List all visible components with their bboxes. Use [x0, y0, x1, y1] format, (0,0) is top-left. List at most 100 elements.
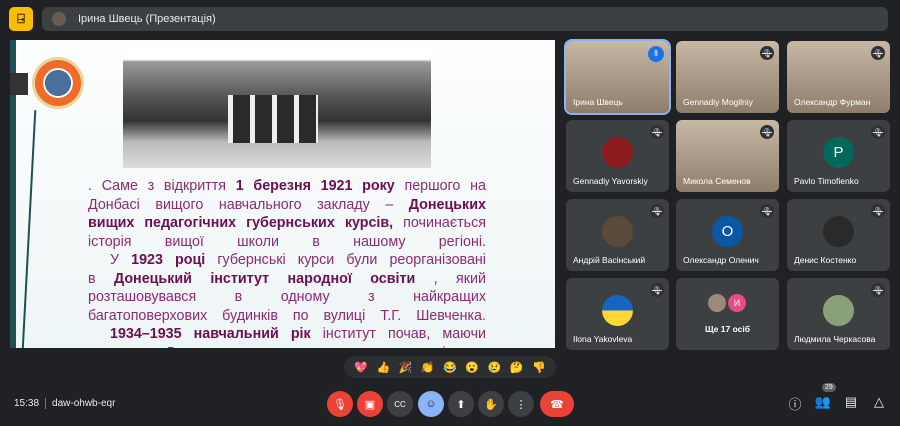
- camera-off-icon[interactable]: ▣: [357, 391, 383, 417]
- participant-tile[interactable]: 🎙 Gennadiy Yavorskiy: [566, 120, 669, 192]
- present-screen-icon[interactable]: ⬆: [448, 391, 474, 417]
- participant-tile[interactable]: 🎙 Олександр Фурман: [787, 41, 890, 113]
- slide-word: освіти: [370, 270, 416, 287]
- clock: 15:38: [14, 398, 40, 410]
- reaction-emoji-button[interactable]: 😢: [488, 361, 502, 374]
- presentation-title-bar: Ірина Швець (Презентація): [42, 7, 888, 31]
- mic-muted-icon: 🎙: [871, 46, 885, 60]
- mic-muted-icon: 🎙: [871, 283, 885, 297]
- participant-avatar: [823, 216, 854, 247]
- slide-word: Т.Г.: [380, 307, 402, 324]
- mic-muted-icon: 🎙: [760, 125, 774, 139]
- participant-name: Олександр Фурман: [794, 97, 871, 107]
- raise-hand-icon[interactable]: ✋: [478, 391, 504, 417]
- participant-tile[interactable]: O 🎙 Олександр Оленич: [676, 199, 779, 271]
- slide-word: реорганізовані: [389, 252, 486, 268]
- slide-word: одному: [280, 289, 330, 305]
- participant-name: Олександр Оленич: [683, 255, 759, 265]
- chat-icon[interactable]: ▤: [842, 394, 860, 410]
- meeting-details-icon[interactable]: ⓘ: [786, 394, 804, 413]
- slide-word: розташовувався: [88, 289, 197, 305]
- participant-tile[interactable]: 🎙 Денис Костенко: [787, 199, 890, 271]
- slide-word: рік: [290, 326, 311, 342]
- reaction-emoji-button[interactable]: 💖: [354, 361, 368, 374]
- slide-word: Донецьких: [408, 196, 486, 213]
- slide-word: курси: [297, 252, 335, 268]
- participant-tile[interactable]: 🎙 Gennadiy Mogilniy: [676, 41, 779, 113]
- participant-avatar: [602, 137, 633, 168]
- participant-name: Pavlo Timofienko: [794, 176, 859, 186]
- slide-word: Луганського: [165, 344, 244, 349]
- mic-muted-icon: 🎙: [760, 46, 774, 60]
- slide-word: вулиці: [323, 307, 366, 324]
- participant-avatar: [602, 216, 633, 247]
- participant-tile[interactable]: И Ще 17 осіб: [676, 278, 779, 350]
- slide-word: нашому: [353, 233, 406, 250]
- slide-word: Шевченка.: [416, 307, 486, 324]
- slide-text-line: 1934–1935 навчальний рік інститут почав, маюч…: [88, 325, 486, 344]
- meeting-code: daw-ohwb-eqr: [52, 398, 116, 410]
- reaction-emoji-button[interactable]: 😂: [443, 361, 457, 374]
- slide-word: в: [312, 233, 320, 250]
- presentation-slide: . Саме з відкриття 1 березня 1921 року першого на…: [10, 40, 555, 348]
- slide-word: ,: [433, 270, 438, 287]
- participant-avatar: P: [823, 137, 854, 168]
- reaction-emoji-button[interactable]: 🎉: [399, 361, 413, 374]
- slide-accent-tab: [10, 73, 28, 95]
- slide-text-line: У 1923 році губернські курси були реорганізова…: [88, 251, 486, 270]
- slide-text-line: в Донецький інститут народної освіти, який: [88, 270, 486, 289]
- reaction-emoji-button[interactable]: 🤔: [510, 361, 524, 374]
- slide-word: педагогічних: [144, 215, 237, 231]
- participant-avatar: И: [728, 294, 746, 312]
- slide-word: 1923: [131, 252, 163, 268]
- participant-tile[interactable]: 🎙 Ilona Yakovleva: [566, 278, 669, 350]
- slide-word: з: [368, 289, 375, 305]
- participant-tile[interactable]: 🎙 Людмила Черкасова: [787, 278, 890, 350]
- slide-word: Донбасі: [88, 196, 140, 213]
- slide-word: історія: [88, 233, 132, 250]
- slide-word: У: [110, 252, 120, 268]
- emoji-reactions-icon[interactable]: ☺: [418, 391, 444, 417]
- slide-text-line: . Саме з відкриття 1 березня 1921 року першого на: [88, 177, 486, 196]
- slide-text-line: статус Луганського державного педагогічного…: [88, 344, 486, 349]
- slide-word: інститут: [322, 326, 376, 342]
- people-icon[interactable]: 👥: [814, 394, 832, 410]
- slide-word: були: [346, 252, 378, 268]
- mic-muted-icon: 🎙: [650, 204, 664, 218]
- slide-word: по: [292, 307, 309, 324]
- slide-text-line: багатоповерхових будинків по вулиці Т.Г. Шевч…: [88, 307, 486, 326]
- participant-avatar: [708, 294, 726, 312]
- participant-tile[interactable]: P 🎙 Pavlo Timofienko: [787, 120, 890, 192]
- meet-home-icon[interactable]: ⍈: [9, 7, 33, 31]
- mic-muted-icon: 🎙: [871, 125, 885, 139]
- leave-call-icon[interactable]: ☎: [540, 391, 574, 417]
- participant-avatar: O: [712, 216, 743, 247]
- activities-icon[interactable]: △: [870, 394, 888, 410]
- more-options-icon[interactable]: ⋮: [508, 391, 534, 417]
- slide-word: губернські: [217, 252, 286, 268]
- slide-word: почав,: [387, 326, 431, 342]
- reaction-emoji-button[interactable]: 👍: [376, 361, 390, 374]
- participant-name: Андрій Васінський: [573, 255, 646, 265]
- presentation-title: Ірина Швець (Презентація): [78, 13, 216, 25]
- slide-word: курсів,: [344, 215, 394, 231]
- reaction-emoji-button[interactable]: 😮: [465, 361, 479, 374]
- participant-tile[interactable]: 🎙 Андрій Васінський: [566, 199, 669, 271]
- participant-tile[interactable]: ⦀ Ірина Швець: [564, 39, 671, 115]
- slide-word: навчального: [218, 196, 302, 213]
- reaction-emoji-button[interactable]: 👎: [532, 361, 546, 374]
- participant-name: Gennadiy Yavorskiy: [573, 176, 648, 186]
- slide-word: .: [88, 178, 92, 194]
- slide-text: . Саме з відкриття 1 березня 1921 року першого на…: [88, 177, 486, 348]
- participant-tile[interactable]: 🎙 Микола Семенов: [676, 120, 779, 192]
- captions-icon[interactable]: CC: [387, 391, 413, 417]
- slide-word: березня: [253, 178, 311, 194]
- slide-word: навчальний: [193, 326, 279, 342]
- mic-off-icon[interactable]: 🎙: [327, 391, 353, 417]
- slide-word: Донецький: [113, 270, 192, 287]
- slide-word: який: [456, 270, 486, 287]
- bottom-toolbar: 15:38 daw-ohwb-eqr 🎙 ▣ CC ☺ ⬆ ✋ ⋮ ☎ ⓘ 29 …: [0, 383, 900, 420]
- reaction-emoji-button[interactable]: 👏: [421, 361, 435, 374]
- slide-word: губернських: [246, 215, 335, 231]
- slide-word: народної: [287, 270, 352, 287]
